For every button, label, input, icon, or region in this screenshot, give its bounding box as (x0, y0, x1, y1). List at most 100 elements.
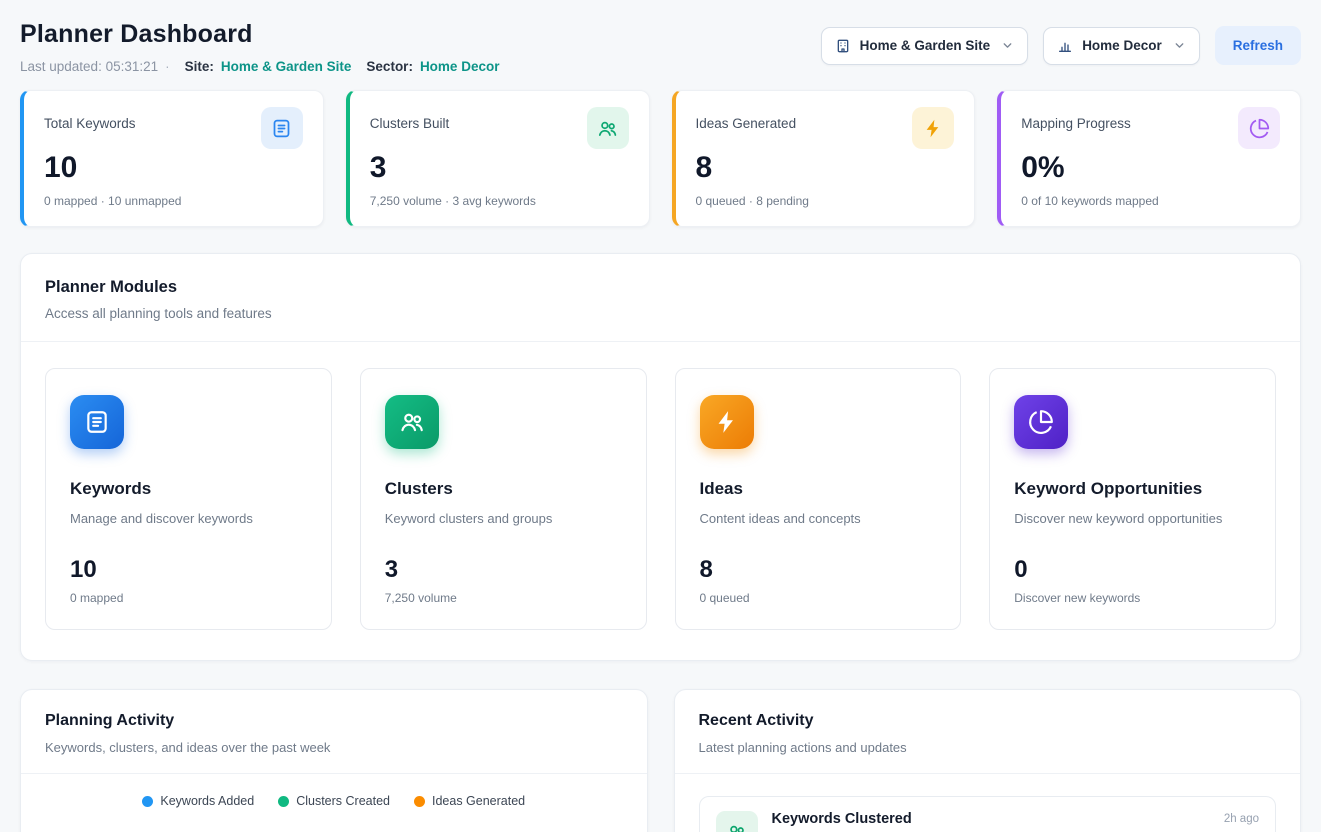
module-description: Discover new keyword opportunities (1014, 511, 1251, 526)
legend-label: Ideas Generated (432, 794, 525, 808)
stat-label: Mapping Progress (1021, 107, 1131, 131)
site-selector-dropdown[interactable]: Home & Garden Site (821, 27, 1029, 65)
bolt-icon (912, 107, 954, 149)
module-detail: Discover new keywords (1014, 591, 1251, 605)
legend-label: Clusters Created (296, 794, 390, 808)
module-detail: 7,250 volume (385, 591, 622, 605)
chevron-down-icon (1173, 39, 1186, 52)
legend-dot-orange (414, 796, 425, 807)
planning-activity-header: Planning Activity Keywords, clusters, an… (21, 690, 647, 774)
module-value: 0 (1014, 556, 1251, 584)
sector-selector-value: Home Decor (1082, 38, 1162, 53)
stat-value: 8 (696, 151, 955, 185)
stat-label: Total Keywords (44, 107, 136, 131)
sector-selector-dropdown[interactable]: Home Decor (1043, 27, 1200, 65)
modules-grid: Keywords Manage and discover keywords 10… (21, 341, 1300, 660)
planner-modules-panel: Planner Modules Access all planning tool… (20, 253, 1301, 661)
planner-dashboard-page: Planner Dashboard Last updated: 05:31:21… (0, 0, 1321, 832)
recent-activity-panel: Recent Activity Latest planning actions … (674, 689, 1302, 832)
stat-card-top: Total Keywords (44, 107, 303, 149)
topbar: Planner Dashboard Last updated: 05:31:21… (20, 20, 1301, 74)
panel-subtitle: Keywords, clusters, and ideas over the p… (45, 740, 623, 755)
legend-dot-blue (142, 796, 153, 807)
stat-card-ideas-generated: Ideas Generated 8 0 queued · 8 pending (672, 90, 976, 227)
module-value: 10 (70, 556, 307, 584)
sector-link[interactable]: Home Decor (420, 59, 500, 74)
topbar-controls: Home & Garden Site Home Decor Refresh (821, 26, 1301, 65)
activity-item-text: Keywords Clustered 3 new clusters create… (772, 811, 912, 832)
legend-label: Keywords Added (160, 794, 254, 808)
bottom-panels: Planning Activity Keywords, clusters, an… (20, 689, 1301, 832)
planning-activity-chart: Keywords Added Clusters Created Ideas Ge… (21, 774, 647, 832)
module-card-keyword-opportunities[interactable]: Keyword Opportunities Discover new keywo… (989, 368, 1276, 630)
pie-chart-icon (1238, 107, 1280, 149)
module-value: 8 (700, 556, 937, 584)
people-icon (587, 107, 629, 149)
stat-detail: 0 of 10 keywords mapped (1021, 194, 1280, 208)
chart-legend: Keywords Added Clusters Created Ideas Ge… (45, 794, 623, 808)
people-icon (385, 395, 439, 449)
recent-activity-header: Recent Activity Latest planning actions … (675, 690, 1301, 774)
stat-value: 10 (44, 151, 303, 185)
stat-card-clusters-built: Clusters Built 3 7,250 volume · 3 avg ke… (346, 90, 650, 227)
site-link[interactable]: Home & Garden Site (221, 59, 352, 74)
stat-detail: 0 queued · 8 pending (696, 194, 955, 208)
people-icon (716, 811, 758, 832)
stat-label: Clusters Built (370, 107, 450, 131)
site-selector-value: Home & Garden Site (860, 38, 991, 53)
bolt-icon (700, 395, 754, 449)
module-description: Keyword clusters and groups (385, 511, 622, 526)
legend-item-ideas-generated: Ideas Generated (414, 794, 525, 808)
stat-card-total-keywords: Total Keywords 10 0 mapped · 10 unmapped (20, 90, 324, 227)
activity-list-item: Keywords Clustered 3 new clusters create… (699, 796, 1277, 832)
stat-detail: 7,250 volume · 3 avg keywords (370, 194, 629, 208)
legend-dot-green (278, 796, 289, 807)
section-subtitle: Access all planning tools and features (45, 306, 1276, 321)
last-updated-text: Last updated: 05:31:21 (20, 59, 158, 74)
module-value: 3 (385, 556, 622, 584)
activity-title: Keywords Clustered (772, 811, 912, 827)
stat-card-top: Clusters Built (370, 107, 629, 149)
module-title: Ideas (700, 479, 937, 499)
module-description: Manage and discover keywords (70, 511, 307, 526)
building-icon (835, 38, 851, 54)
stat-card-top: Mapping Progress (1021, 107, 1280, 149)
page-title: Planner Dashboard (20, 20, 499, 49)
stat-value: 3 (370, 151, 629, 185)
topbar-left: Planner Dashboard Last updated: 05:31:21… (20, 20, 499, 74)
stat-detail: 0 mapped · 10 unmapped (44, 194, 303, 208)
meta-separator: · (165, 59, 170, 74)
stat-card-mapping-progress: Mapping Progress 0% 0 of 10 keywords map… (997, 90, 1301, 227)
stat-value: 0% (1021, 151, 1280, 185)
panel-subtitle: Latest planning actions and updates (699, 740, 1277, 755)
recent-activity-list: Keywords Clustered 3 new clusters create… (675, 774, 1301, 832)
module-card-clusters[interactable]: Clusters Keyword clusters and groups 3 7… (360, 368, 647, 630)
planning-activity-panel: Planning Activity Keywords, clusters, an… (20, 689, 648, 832)
module-title: Keyword Opportunities (1014, 479, 1251, 499)
stats-row: Total Keywords 10 0 mapped · 10 unmapped… (20, 90, 1301, 227)
legend-item-keywords-added: Keywords Added (142, 794, 254, 808)
planner-modules-header: Planner Modules Access all planning tool… (21, 254, 1300, 341)
module-detail: 0 mapped (70, 591, 307, 605)
document-icon (261, 107, 303, 149)
module-title: Clusters (385, 479, 622, 499)
module-card-keywords[interactable]: Keywords Manage and discover keywords 10… (45, 368, 332, 630)
page-meta: Last updated: 05:31:21 · Site: Home & Ga… (20, 59, 499, 74)
refresh-button[interactable]: Refresh (1215, 26, 1301, 65)
legend-item-clusters-created: Clusters Created (278, 794, 390, 808)
panel-title: Recent Activity (699, 712, 1277, 730)
panel-title: Planning Activity (45, 712, 623, 730)
module-detail: 0 queued (700, 591, 937, 605)
document-icon (70, 395, 124, 449)
site-label: Site: (185, 59, 214, 74)
pie-chart-icon (1014, 395, 1068, 449)
sector-label: Sector: (366, 59, 413, 74)
stat-label: Ideas Generated (696, 107, 797, 131)
stat-card-top: Ideas Generated (696, 107, 955, 149)
module-description: Content ideas and concepts (700, 511, 937, 526)
activity-timestamp: 2h ago (1224, 811, 1259, 825)
chevron-down-icon (1001, 39, 1014, 52)
section-title: Planner Modules (45, 278, 1276, 297)
module-card-ideas[interactable]: Ideas Content ideas and concepts 8 0 que… (675, 368, 962, 630)
chart-plot-area: 25 25 24 (45, 824, 623, 832)
